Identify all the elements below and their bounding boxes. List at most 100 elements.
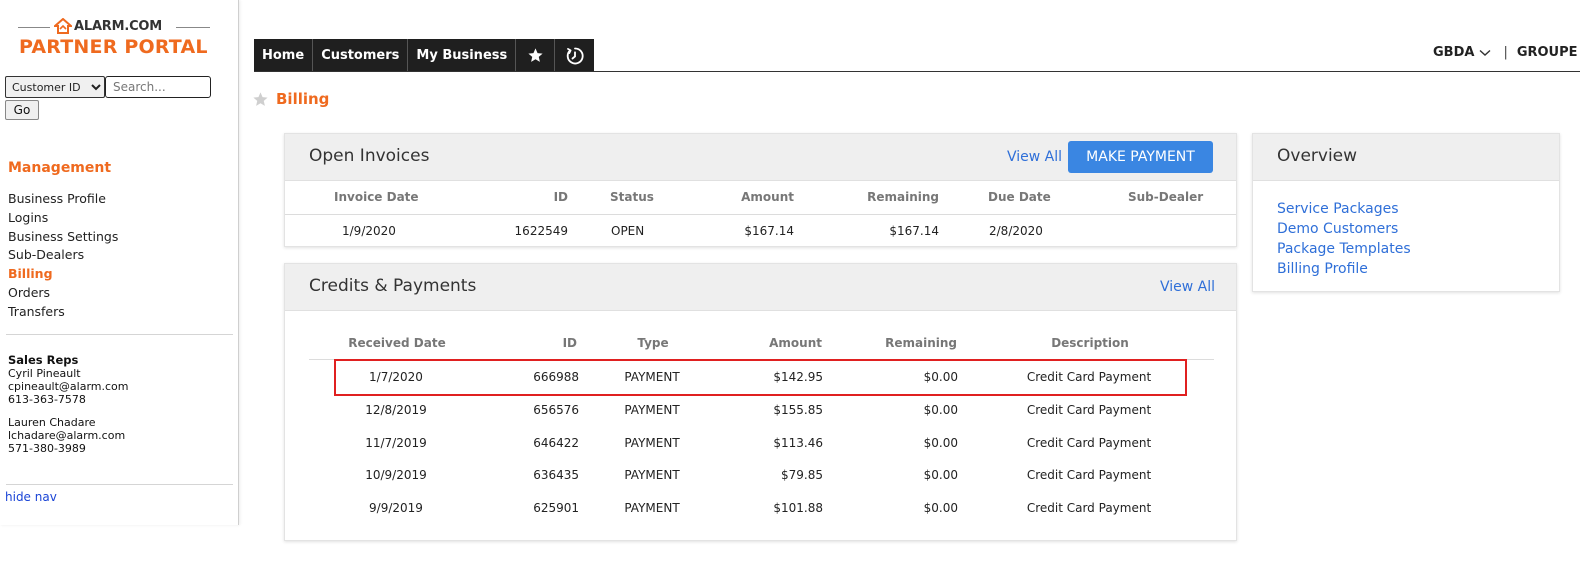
payment-amount: $101.88 xyxy=(773,501,823,515)
column-header: Received Date xyxy=(348,336,446,350)
column-header: Status xyxy=(610,190,654,204)
tab-my-business[interactable]: My Business xyxy=(408,39,517,72)
payment-id: 656576 xyxy=(533,403,579,417)
payment-type: PAYMENT xyxy=(624,436,680,450)
management-nav: Business Profile Logins Business Setting… xyxy=(8,190,118,322)
table-header-divider xyxy=(285,214,1236,215)
open-invoices-view-all-link[interactable]: View All xyxy=(1007,149,1062,165)
payment-remaining: $0.00 xyxy=(923,436,958,450)
go-button[interactable]: Go xyxy=(5,100,39,120)
column-header: Type xyxy=(637,336,669,350)
account-separator: | xyxy=(1503,45,1508,60)
make-payment-button[interactable]: MAKE PAYMENT xyxy=(1068,141,1213,173)
search-row: Customer ID xyxy=(5,76,211,98)
payment-date: 11/7/2019 xyxy=(365,436,427,450)
logo-portal-text: PARTNER PORTAL xyxy=(19,36,208,58)
sidebar-item-logins[interactable]: Logins xyxy=(8,209,118,228)
demo-customers-link[interactable]: Demo Customers xyxy=(1277,219,1411,239)
sidebar-divider xyxy=(6,334,233,335)
sales-reps-title: Sales Reps xyxy=(8,353,79,367)
sales-reps: Sales Reps Cyril Pineault cpineault@alar… xyxy=(8,354,128,465)
sidebar-item-orders[interactable]: Orders xyxy=(8,284,118,303)
payment-id: 636435 xyxy=(533,468,579,482)
sidebar: ALARM.COM PARTNER PORTAL Customer ID Go … xyxy=(0,0,239,525)
invoice-status: OPEN xyxy=(611,224,645,238)
favorite-star-icon[interactable] xyxy=(252,91,269,108)
account-bar: GBDA | GROUPE xyxy=(1433,45,1578,60)
logo-line-left xyxy=(18,27,50,28)
highlight-box xyxy=(334,359,1187,396)
column-header: ID xyxy=(562,336,577,350)
rep-phone: 613-363-7578 xyxy=(8,393,86,406)
column-header: Invoice Date xyxy=(334,190,419,204)
invoice-id: 1622549 xyxy=(514,224,568,238)
favorites-button[interactable] xyxy=(516,39,556,72)
payment-type: PAYMENT xyxy=(624,468,680,482)
open-invoices-title: Open Invoices xyxy=(309,146,430,166)
sidebar-item-sub-dealers[interactable]: Sub-Dealers xyxy=(8,246,118,265)
column-header: Remaining xyxy=(867,190,939,204)
search-input[interactable] xyxy=(105,76,211,98)
invoice-due-date: 2/8/2020 xyxy=(989,224,1043,238)
logo-brand-text: ALARM.COM xyxy=(74,18,163,34)
column-header: Amount xyxy=(741,190,794,204)
open-invoices-header: Open Invoices View All MAKE PAYMENT xyxy=(285,134,1236,181)
payment-description: Credit Card Payment xyxy=(1026,403,1152,417)
credits-payments-title: Credits & Payments xyxy=(309,276,477,296)
payment-remaining: $0.00 xyxy=(923,468,958,482)
page-title: Billing xyxy=(276,90,330,108)
overview-header: Overview xyxy=(1253,134,1559,181)
service-packages-link[interactable]: Service Packages xyxy=(1277,199,1411,219)
column-header: Amount xyxy=(769,336,822,350)
column-header: Due Date xyxy=(988,190,1051,204)
overview-links: Service Packages Demo Customers Package … xyxy=(1277,199,1411,279)
group-name[interactable]: GROUPE xyxy=(1517,45,1578,60)
payment-type: PAYMENT xyxy=(624,403,680,417)
top-nav: Home Customers My Business xyxy=(254,39,595,72)
top-nav-underline xyxy=(254,71,1580,72)
package-templates-link[interactable]: Package Templates xyxy=(1277,239,1411,259)
payment-date: 10/9/2019 xyxy=(365,468,427,482)
tab-customers[interactable]: Customers xyxy=(313,39,409,72)
invoice-amount: $167.14 xyxy=(744,224,794,238)
payment-description: Credit Card Payment xyxy=(1026,501,1152,515)
sidebar-item-business-profile[interactable]: Business Profile xyxy=(8,190,118,209)
dealer-name: GBDA xyxy=(1433,45,1475,60)
star-icon xyxy=(528,48,543,62)
sidebar-item-transfers[interactable]: Transfers xyxy=(8,303,118,322)
page-title-row: Billing xyxy=(252,90,329,108)
search-type-select[interactable]: Customer ID xyxy=(5,76,105,98)
alarm-com-logo[interactable]: ALARM.COM PARTNER PORTAL xyxy=(18,14,210,60)
sidebar-item-business-settings[interactable]: Business Settings xyxy=(8,228,118,247)
sidebar-item-billing[interactable]: Billing xyxy=(8,265,118,284)
hide-nav-link[interactable]: hide nav xyxy=(5,490,57,504)
rep-phone: 571-380-3989 xyxy=(8,442,86,455)
payment-amount: $79.85 xyxy=(781,468,823,482)
payment-remaining: $0.00 xyxy=(923,501,958,515)
payment-id: 625901 xyxy=(533,501,579,515)
invoice-remaining: $167.14 xyxy=(889,224,939,238)
invoice-date: 1/9/2020 xyxy=(342,224,396,238)
credits-payments-header: Credits & Payments View All xyxy=(285,264,1236,311)
logo-brand: ALARM.COM xyxy=(54,18,162,34)
chevron-down-icon xyxy=(1479,49,1491,56)
tab-home[interactable]: Home xyxy=(254,39,314,72)
open-invoices-card: Open Invoices View All MAKE PAYMENT Invo… xyxy=(284,133,1237,247)
management-title: Management xyxy=(8,160,112,176)
billing-profile-link[interactable]: Billing Profile xyxy=(1277,259,1411,279)
rep-name: Lauren Chadare xyxy=(8,416,96,429)
payment-type: PAYMENT xyxy=(624,501,680,515)
overview-card: Overview Service Packages Demo Customers… xyxy=(1252,133,1560,292)
payment-id: 646422 xyxy=(533,436,579,450)
payment-description: Credit Card Payment xyxy=(1026,468,1152,482)
dealer-menu[interactable]: GBDA xyxy=(1433,45,1491,60)
rep-email: cpineault@alarm.com xyxy=(8,380,129,393)
rep-email: lchadare@alarm.com xyxy=(8,429,126,442)
payment-date: 9/9/2019 xyxy=(369,501,423,515)
payment-date: 12/8/2019 xyxy=(365,403,427,417)
recent-button[interactable] xyxy=(555,39,594,72)
logo-top: ALARM.COM xyxy=(18,16,210,36)
credits-view-all-link[interactable]: View All xyxy=(1160,279,1215,295)
column-header: ID xyxy=(553,190,568,204)
payment-description: Credit Card Payment xyxy=(1026,436,1152,450)
